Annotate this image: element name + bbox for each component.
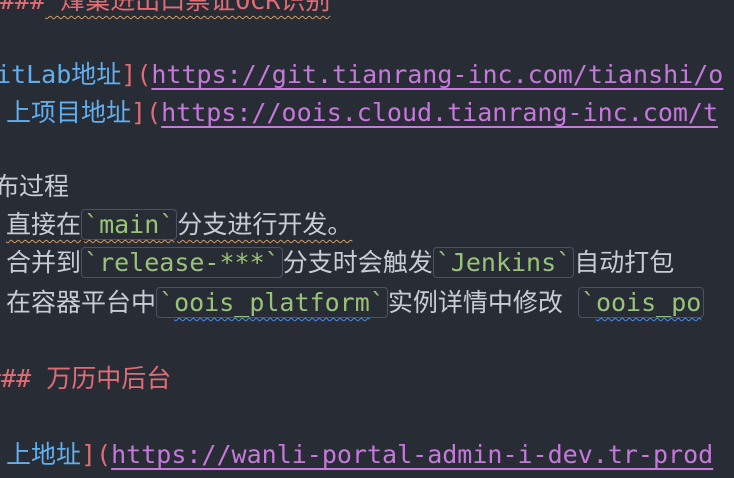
project-link-text: 上项目地址 — [6, 98, 132, 127]
heading-marker: ### — [0, 364, 32, 393]
heading-line-wanli[interactable]: ### 万历中后台 — [0, 360, 171, 398]
release-process-line[interactable]: 布过程 — [0, 168, 69, 206]
container-platform-prefix: 在容器平台中 — [6, 288, 157, 317]
heading-text: 万历中后台 — [31, 364, 172, 393]
heading-text: 烽巢进出口票证OCR识别 — [45, 0, 331, 15]
container-platform-line[interactable]: 在容器平台中 `oois_platform` 实例详情中修改 `oois_po — [6, 284, 705, 322]
container-platform-middle: 实例详情中修改 — [387, 288, 578, 317]
wanli-url[interactable]: https://wanli-portal-admin-i-dev.tr-prod — [111, 440, 713, 469]
link-bracket: ]( — [81, 440, 112, 469]
release-merge-suffix: 自动打包 — [574, 248, 675, 277]
release-branch-code: `release-***` — [81, 247, 283, 278]
link-bracket: ]( — [121, 60, 152, 89]
release-process-text: 布过程 — [0, 172, 70, 201]
gitlab-link-line[interactable]: itLab地址](https://git.tianrang-inc.com/ti… — [0, 56, 723, 94]
link-bracket: ]( — [131, 98, 162, 127]
project-url[interactable]: https://oois.cloud.tianrang-inc.com/t — [161, 98, 718, 127]
project-link-line[interactable]: 上项目地址](https://oois.cloud.tianrang-inc.c… — [6, 94, 718, 132]
main-branch-code: `main` — [81, 209, 178, 240]
heading-marker: ### — [0, 0, 46, 15]
heading-line-ocr[interactable]: ### 烽巢进出口票证OCR识别 — [0, 0, 330, 20]
release-merge-prefix: 合并到 — [6, 248, 82, 277]
main-branch-prefix: 直接在 — [6, 210, 82, 239]
oois-po-code: `oois_po — [577, 287, 705, 318]
main-branch-suffix: 分支进行开发。 — [177, 210, 353, 239]
oois-platform-code: `oois_platform` — [156, 287, 388, 318]
release-merge-line[interactable]: 合并到 `release-***` 分支时会触发 `Jenkins` 自动打包 — [6, 244, 674, 282]
wanli-link-line[interactable]: 上地址](https://wanli-portal-admin-i-dev.tr… — [6, 436, 713, 474]
release-merge-middle: 分支时会触发 — [282, 248, 433, 277]
gitlab-link-text: itLab地址 — [0, 60, 122, 89]
jenkins-code: `Jenkins` — [432, 247, 575, 278]
gitlab-url[interactable]: https://git.tianrang-inc.com/tianshi/o — [151, 60, 723, 89]
editor-pane[interactable]: ### 烽巢进出口票证OCR识别 itLab地址](https://git.ti… — [0, 0, 734, 478]
main-branch-line[interactable]: 直接在 `main` 分支进行开发。 — [6, 206, 352, 244]
wanli-link-text: 上地址 — [6, 440, 82, 469]
